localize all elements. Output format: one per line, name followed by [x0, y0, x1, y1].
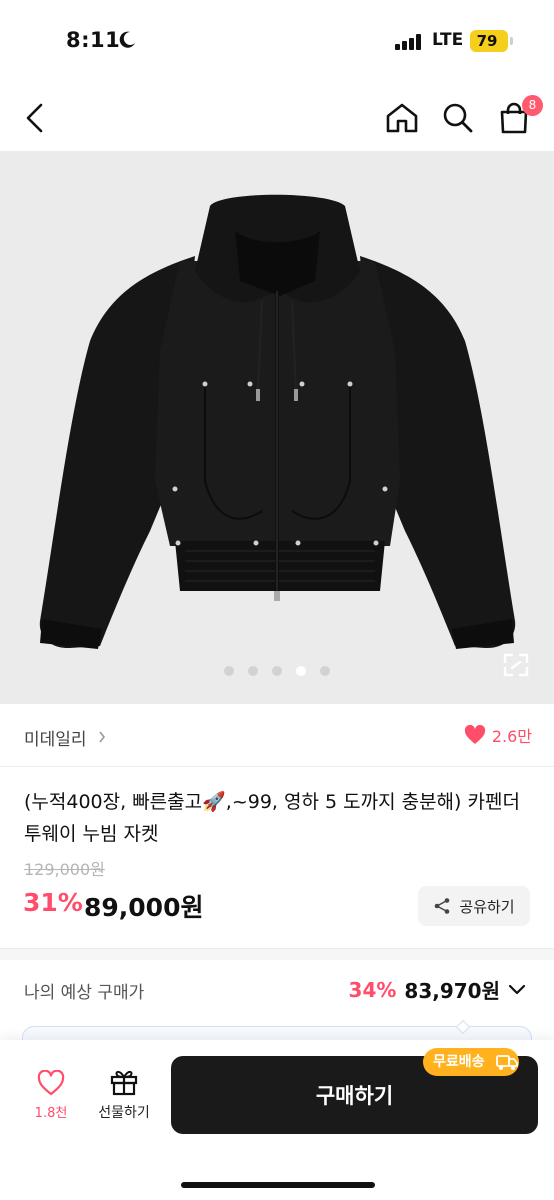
- expected-discount: 34%: [348, 977, 397, 1002]
- home-button[interactable]: [380, 96, 424, 140]
- like-button[interactable]: 1.8천: [22, 1070, 80, 1130]
- brand-like[interactable]: 2.6만: [464, 723, 532, 747]
- brand-row[interactable]: 미데일리 2.6만: [0, 705, 554, 767]
- heart-filled-icon: [464, 725, 485, 744]
- battery-tip: [510, 37, 513, 45]
- expected-price-toggle[interactable]: 34% 83,970원: [349, 975, 526, 1004]
- share-icon: [435, 898, 450, 914]
- expand-icon[interactable]: [502, 652, 530, 678]
- carousel-dot[interactable]: [248, 666, 258, 676]
- carousel-dot[interactable]: [320, 666, 330, 676]
- sale-price: 89,000원: [84, 893, 204, 922]
- gift-icon: [110, 1070, 138, 1096]
- gift-label: 선물하기: [98, 1105, 150, 1121]
- back-button[interactable]: [14, 96, 54, 140]
- cart-count-badge: 8: [522, 95, 543, 116]
- discount-rate: 31%: [23, 888, 83, 917]
- expected-price-label: 나의 예상 구매가: [24, 983, 145, 1003]
- top-nav: 8: [0, 86, 554, 150]
- section-divider: [0, 948, 554, 960]
- battery-level: 79: [476, 32, 498, 50]
- jacket-image: [39, 194, 516, 649]
- heart-outline-icon: [37, 1070, 65, 1096]
- back-chevron-icon: [26, 103, 43, 133]
- search-button[interactable]: [436, 96, 480, 140]
- share-label: 공유하기: [459, 897, 515, 916]
- chevron-right-icon: [99, 731, 106, 743]
- gift-button[interactable]: 선물하기: [88, 1068, 160, 1128]
- share-button[interactable]: 공유하기: [418, 886, 530, 926]
- status-time: 8:11: [66, 28, 121, 52]
- home-icon: [386, 103, 418, 133]
- moon-icon: [119, 31, 135, 48]
- brand-name[interactable]: 미데일리: [24, 725, 87, 750]
- original-price: 129,000원: [24, 860, 105, 879]
- home-indicator: [181, 1182, 375, 1188]
- signal-icon: [395, 34, 425, 50]
- like-button-count: 1.8천: [34, 1106, 68, 1121]
- carousel-dot-active[interactable]: [296, 666, 306, 676]
- carousel-dots: [0, 666, 554, 676]
- carousel-dot[interactable]: [272, 666, 282, 676]
- status-bar: 8:11 LTE 79: [0, 0, 554, 86]
- product-title: (누적400장, 빠른출고🚀,~99, 영하 5 도까지 충분해) 카펜더 투웨…: [24, 791, 520, 845]
- chevron-down-icon: [508, 984, 526, 994]
- network-label: LTE: [432, 30, 464, 50]
- expected-price: 83,970원: [404, 979, 500, 1003]
- like-count: 2.6만: [491, 727, 532, 746]
- battery-icon: 79: [470, 30, 508, 52]
- search-icon: [443, 103, 473, 133]
- carousel-dot[interactable]: [224, 666, 234, 676]
- product-image[interactable]: [0, 151, 554, 704]
- truck-icon: [496, 1055, 518, 1070]
